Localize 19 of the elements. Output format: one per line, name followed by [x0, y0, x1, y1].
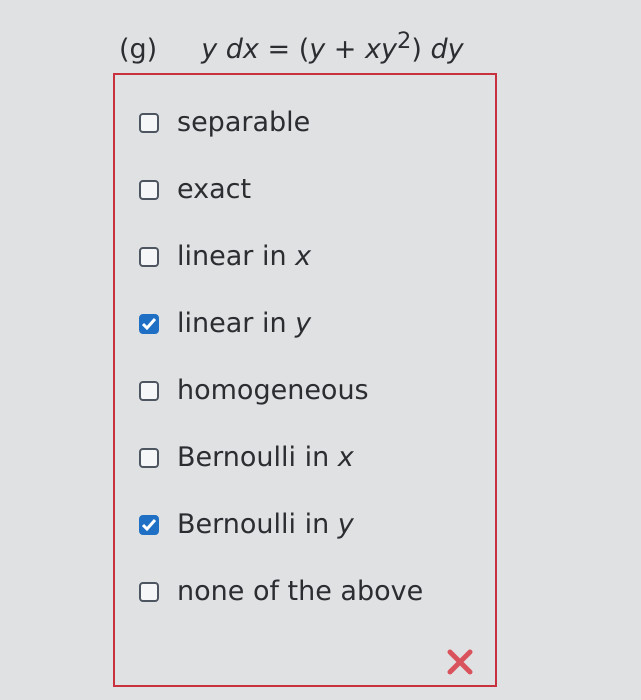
option-label: separable [177, 107, 310, 138]
option-label: none of the above [177, 576, 424, 607]
option-label: Bernoulli in x [177, 442, 354, 473]
close-icon [447, 649, 473, 675]
checkbox[interactable] [139, 514, 159, 534]
checkbox[interactable] [139, 112, 159, 132]
checkbox[interactable] [139, 314, 159, 334]
option-label: exact [177, 174, 252, 205]
option-label: Bernoulli in y [177, 509, 354, 540]
question-label: (g) [119, 34, 158, 65]
checkbox[interactable] [139, 246, 159, 266]
checkbox[interactable] [139, 582, 159, 602]
checkbox[interactable] [139, 380, 159, 400]
option-label: linear in x [177, 241, 312, 272]
checkbox[interactable] [139, 180, 159, 200]
equation: y dx = (y + xy$^{2}$) dy [201, 28, 464, 65]
option-label: linear in y [177, 308, 312, 339]
checkbox[interactable] [139, 448, 159, 468]
option-label: homogeneous [177, 375, 369, 406]
